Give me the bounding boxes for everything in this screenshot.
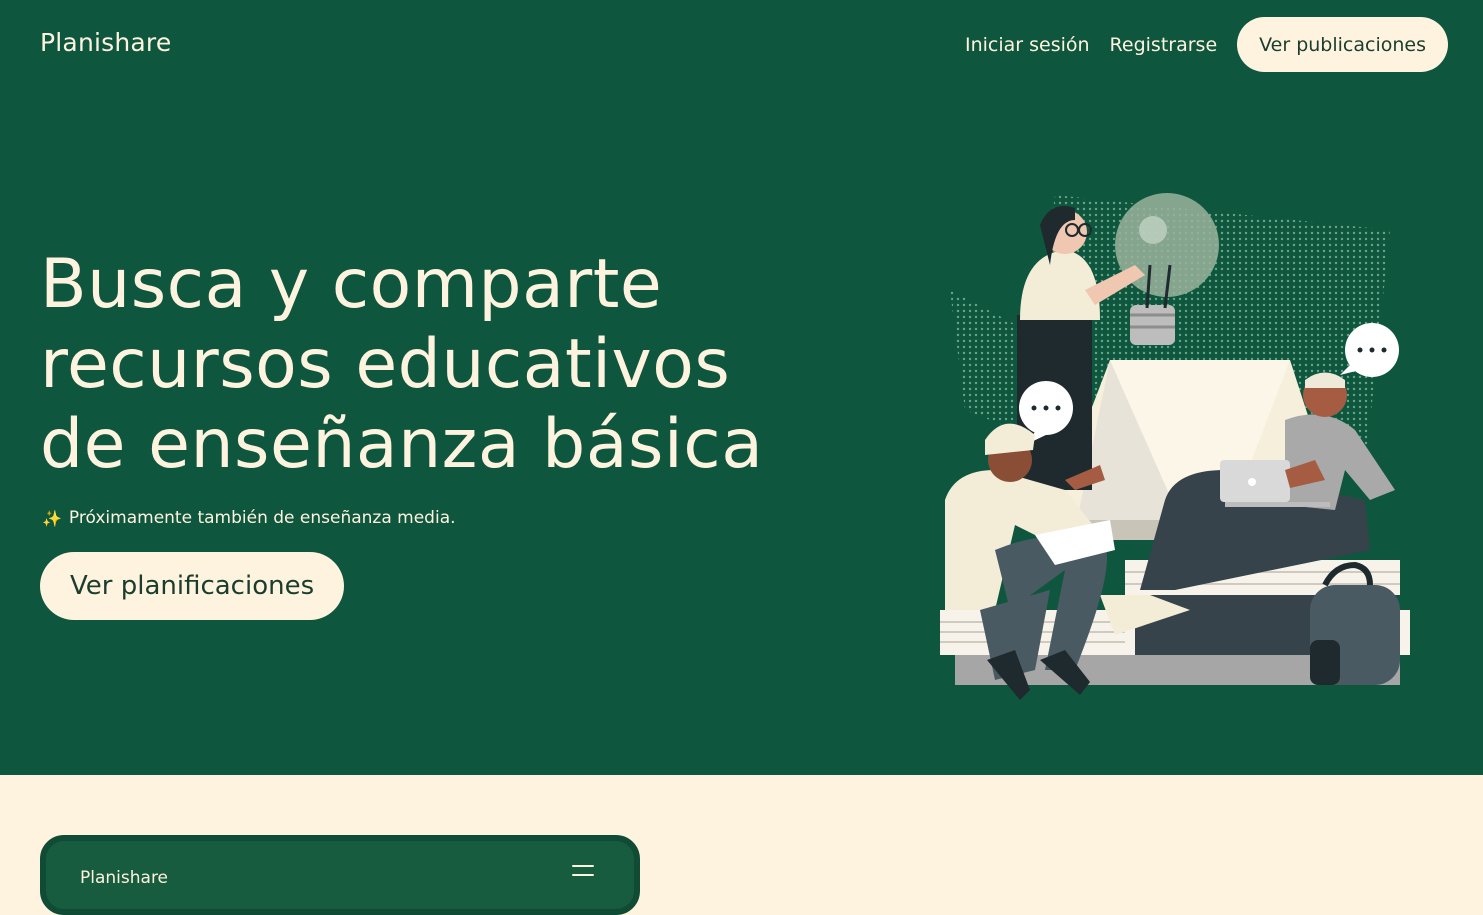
hamburger-menu-icon[interactable] <box>572 865 594 883</box>
headline-line-3: de enseñanza básica <box>40 405 764 484</box>
sparkle-icon: ✨ <box>42 508 62 528</box>
preview-card: Planishare <box>40 835 640 915</box>
hero-section: Planishare Iniciar sesión Registrarse Ve… <box>0 0 1483 775</box>
hero-headline: Busca y comparte recursos educativos de … <box>40 245 860 485</box>
headline-line-1: Busca y comparte <box>40 245 663 324</box>
brand-logo[interactable]: Planishare <box>40 28 171 57</box>
subtitle-text: Próximamente también de enseñanza media. <box>68 508 456 528</box>
view-publications-button[interactable]: Ver publicaciones <box>1237 17 1448 72</box>
view-plans-button[interactable]: Ver planificaciones <box>40 552 345 620</box>
register-link[interactable]: Registrarse <box>1110 34 1218 56</box>
login-link[interactable]: Iniciar sesión <box>965 34 1090 56</box>
top-nav: Iniciar sesión Registrarse Ver publicaci… <box>965 17 1448 72</box>
students-sharing-ideas-illustration <box>940 193 1410 700</box>
headline-line-2: recursos educativos <box>40 325 731 404</box>
preview-card-brand: Planishare <box>80 868 169 888</box>
hero-subtitle: ✨ Próximamente también de enseñanza medi… <box>42 508 456 528</box>
